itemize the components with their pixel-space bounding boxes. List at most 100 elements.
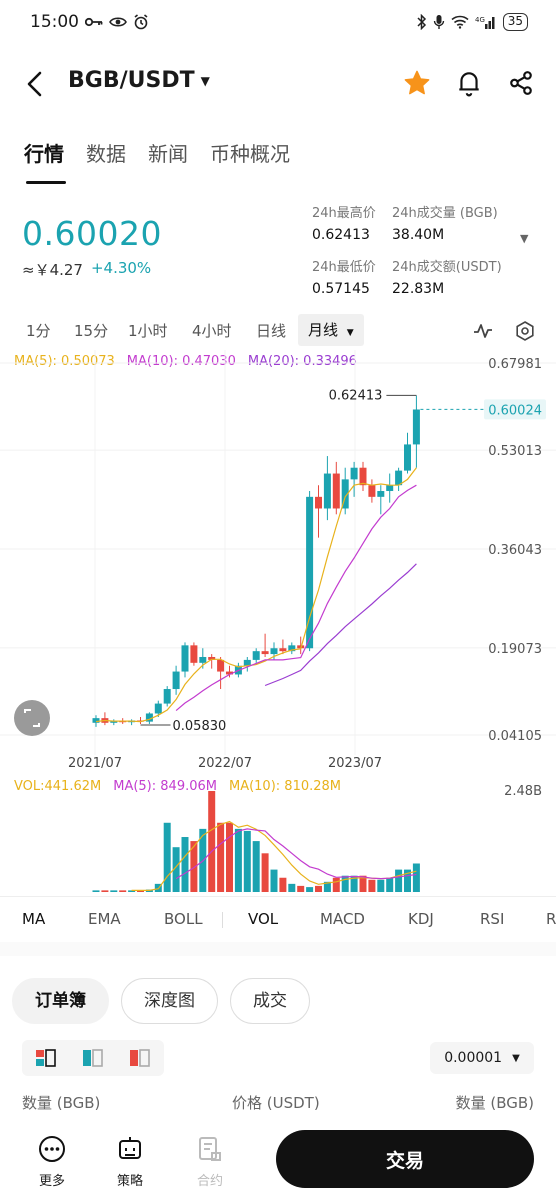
interval-15m[interactable]: 15分 — [74, 320, 108, 341]
view-bids-icon[interactable] — [82, 1048, 104, 1068]
interval-4h[interactable]: 4小时 — [192, 320, 232, 341]
interval-1h[interactable]: 1小时 — [128, 320, 168, 341]
vol-ma10-legend: MA(10): 810.28M — [228, 779, 341, 794]
precision-select[interactable]: 0.00001 ▼ — [430, 1042, 534, 1074]
chart-settings-icon[interactable] — [514, 320, 536, 346]
indicator-vol[interactable]: VOL — [248, 910, 278, 928]
indicator-boll[interactable]: BOLL — [164, 910, 203, 928]
candle-body — [332, 473, 340, 509]
volume-bar — [412, 863, 420, 892]
volume-bar — [110, 890, 118, 892]
mic-icon — [433, 14, 445, 30]
stat-amount-value: 22.83M — [392, 281, 445, 297]
indicator-rsi[interactable]: RSI — [480, 910, 504, 928]
tab-news[interactable]: 新闻 — [148, 138, 188, 167]
caret-down-icon: ▼ — [200, 73, 210, 88]
candle-body — [261, 651, 269, 655]
y-tick-label: 0.19073 — [488, 642, 542, 657]
col-price: 价格 (USDT) — [232, 1094, 320, 1112]
tab-overview[interactable]: 币种概况 — [210, 138, 290, 167]
section-divider — [0, 942, 556, 956]
candle-body — [377, 491, 385, 497]
pair-title: BGB/USDT — [68, 68, 195, 93]
active-tab-indicator — [26, 181, 66, 184]
volume-bar — [119, 890, 127, 892]
header-actions — [402, 68, 536, 98]
stat-volume: 24h成交量 (BGB) 38.40M — [392, 202, 498, 243]
fiat-price: ≈￥4.27 — [22, 261, 83, 279]
view-both-icon[interactable] — [35, 1048, 57, 1068]
volume-bar — [252, 841, 260, 892]
volume-bar — [243, 830, 251, 892]
volume-bar — [297, 885, 305, 892]
candlestick-chart[interactable]: 0.67981 0.53013 0.36043 0.19073 0.04105 0.624… — [0, 350, 556, 770]
stat-low-label: 24h最低价 — [312, 260, 376, 275]
volume-bar — [217, 822, 225, 892]
indicator-macd[interactable]: MACD — [320, 910, 365, 928]
interval-1month-label: 月线 — [308, 321, 339, 339]
share-icon[interactable] — [506, 68, 536, 98]
candle-body — [315, 496, 322, 509]
interval-1month[interactable]: 月线 ▼ — [298, 314, 364, 346]
tab-trades[interactable]: 成交 — [230, 978, 310, 1024]
status-left: 15:00 — [30, 12, 149, 32]
interval-bar: 1分 15分 1小时 4小时 日线 月线 ▼ — [0, 314, 556, 348]
indicator-ema[interactable]: EMA — [88, 910, 121, 928]
nav-more[interactable]: 更多 — [22, 1134, 82, 1189]
volume-bar — [341, 875, 349, 892]
tab-orderbook[interactable]: 订单簿 — [12, 978, 109, 1024]
page-header: BGB/USDT ▼ — [0, 56, 556, 112]
vol-legend-value: VOL:441.62M — [14, 779, 102, 794]
volume-bar — [279, 877, 287, 892]
volume-bar — [261, 853, 269, 892]
nav-contract[interactable]: 合约 — [180, 1134, 240, 1189]
tab-depth[interactable]: 深度图 — [121, 978, 218, 1024]
pair-selector[interactable]: BGB/USDT ▼ — [68, 68, 210, 93]
trade-button[interactable]: 交易 — [276, 1130, 534, 1188]
high-label: 0.62413 — [329, 388, 383, 403]
status-right: 4G 35 — [417, 13, 528, 31]
stat-volume-label: 24h成交量 (BGB) — [392, 206, 498, 221]
y-tick-label: 0.04105 — [488, 729, 542, 744]
indicator-separator — [222, 912, 223, 928]
indicator-wave-icon[interactable] — [472, 320, 494, 346]
ma20-line — [264, 563, 417, 687]
nav-strategy[interactable]: 策略 — [100, 1134, 160, 1189]
volume-bar — [288, 883, 296, 892]
stat-amount-label: 24h成交额(USDT) — [392, 260, 502, 275]
x-tick-label: 2021/07 — [68, 756, 122, 770]
indicator-ma[interactable]: MA — [22, 910, 45, 928]
col-bid-qty: 数量 (BGB) — [22, 1094, 101, 1112]
candle-body — [270, 648, 278, 655]
candle-body — [154, 703, 162, 714]
bluetooth-icon — [417, 14, 427, 30]
view-asks-icon[interactable] — [129, 1048, 151, 1068]
stat-low-value: 0.57145 — [312, 281, 370, 297]
more-icon — [22, 1134, 82, 1164]
volume-bar — [368, 879, 376, 892]
vol-legend: VOL:441.62M MA(5): 849.06M MA(10): 810.2… — [14, 779, 341, 794]
current-price-label: 0.60024 — [488, 403, 542, 418]
volume-bar — [332, 877, 340, 892]
interval-1d[interactable]: 日线 — [256, 320, 286, 341]
indicator-kdj[interactable]: KDJ — [408, 910, 434, 928]
candle-body — [92, 718, 100, 723]
favorite-star-icon[interactable] — [402, 68, 432, 98]
indicator-r[interactable]: R — [546, 910, 556, 928]
price-block: 0.60020 ≈￥4.27 +4.30% — [22, 214, 162, 280]
back-button[interactable] — [22, 68, 50, 100]
volume-bar — [163, 822, 171, 892]
stats-expand-icon[interactable]: ▼ — [520, 232, 528, 245]
volume-bar — [306, 887, 314, 892]
svg-text:4G: 4G — [475, 16, 485, 24]
interval-1m[interactable]: 1分 — [26, 320, 51, 341]
tab-data[interactable]: 数据 — [86, 138, 126, 167]
nav-more-label: 更多 — [38, 1174, 65, 1189]
candle-body — [359, 467, 367, 486]
alarm-icon — [133, 14, 149, 30]
signal-icon: 4G — [475, 15, 497, 29]
tab-market[interactable]: 行情 — [24, 138, 64, 167]
indicator-tabs: MA EMA BOLL VOL MACD KDJ RSI R — [0, 896, 556, 942]
volume-bar — [181, 837, 189, 892]
bell-icon[interactable] — [454, 68, 484, 98]
